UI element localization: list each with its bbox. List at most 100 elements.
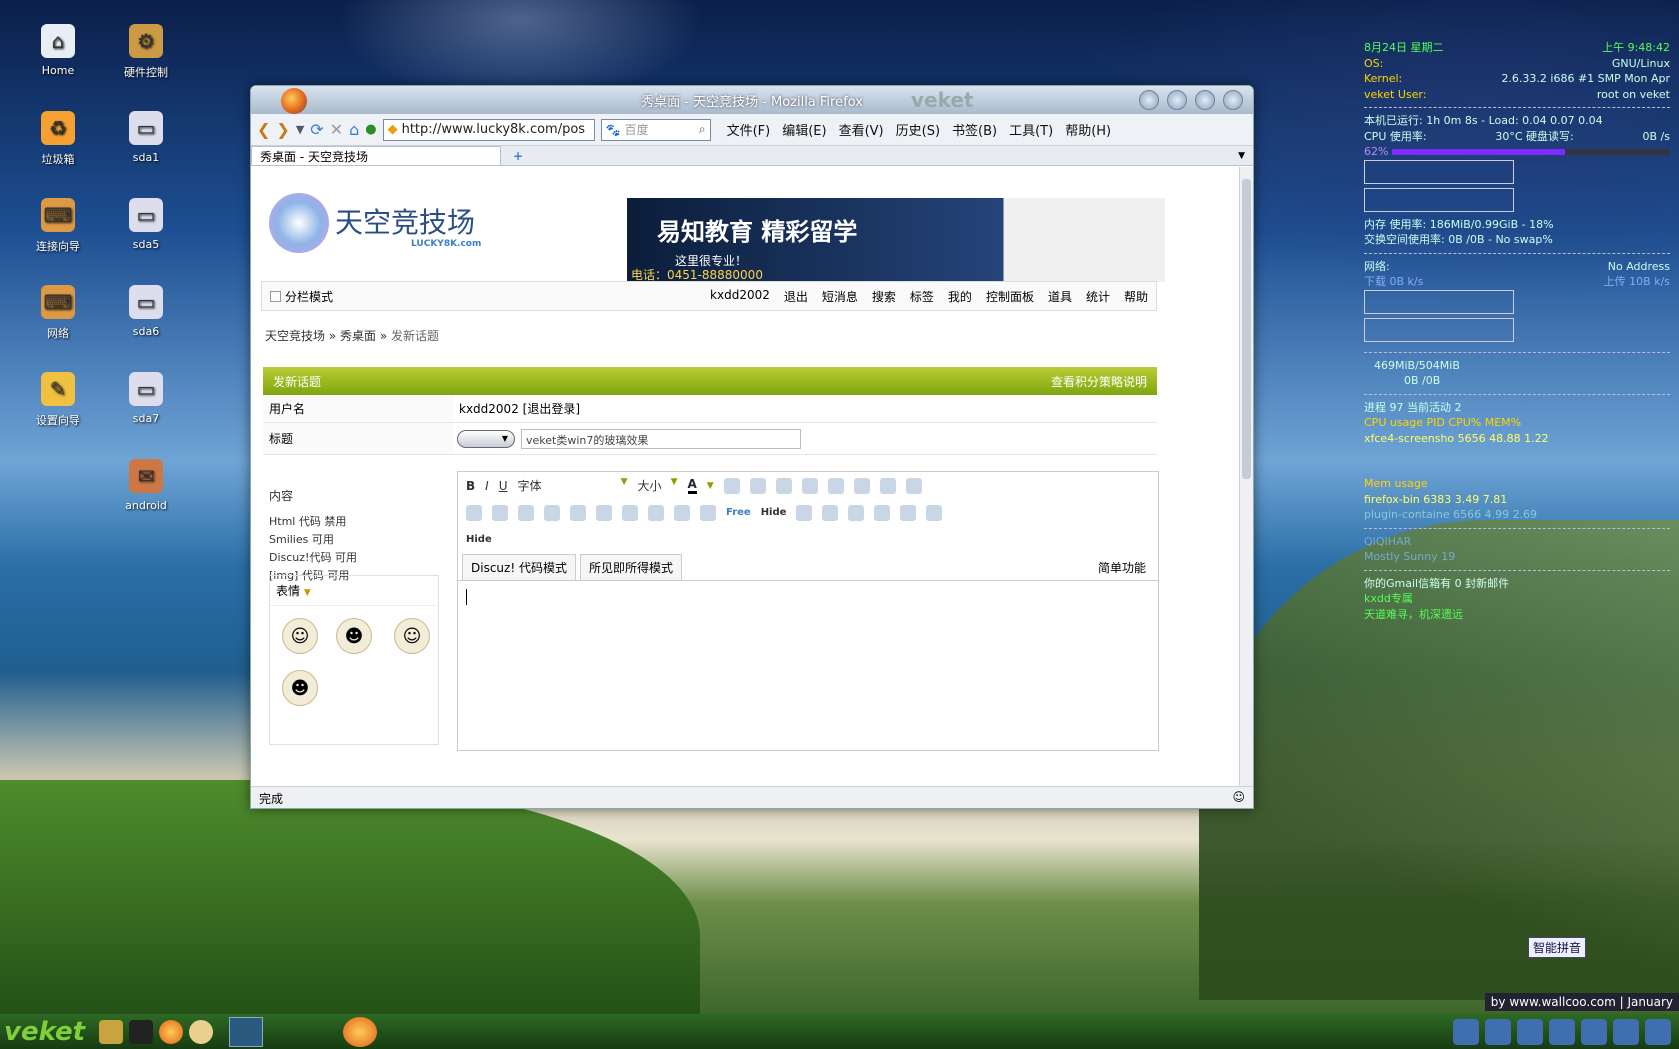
user-link-5[interactable]: 我的 (948, 288, 972, 305)
align-left-icon[interactable] (723, 477, 740, 494)
menu-item-2[interactable]: 查看(V) (839, 120, 884, 139)
volume-icon[interactable] (1581, 1018, 1607, 1045)
user-link-4[interactable]: 标签 (910, 288, 934, 305)
forward-icon[interactable]: ❯ (276, 120, 289, 139)
window-menu-button[interactable] (1139, 90, 1159, 110)
audio-icon[interactable] (874, 504, 891, 521)
media-icon[interactable] (848, 504, 865, 521)
crumb-forum[interactable]: 秀桌面 (340, 329, 376, 343)
menu-item-4[interactable]: 书签(B) (952, 120, 997, 139)
font-color-button[interactable]: A (687, 477, 697, 494)
tools-icon[interactable] (926, 504, 943, 521)
start-menu-button[interactable]: veket (4, 1017, 85, 1047)
quote-icon[interactable] (879, 477, 896, 494)
addon-smiley-icon[interactable]: ☺ (1232, 790, 1245, 804)
desktop-icon-10[interactable]: ✉ android (106, 459, 186, 512)
mode-wysiwyg-tab[interactable]: 所见即所得模式 (579, 554, 682, 580)
smiley-icon[interactable]: ☺ (282, 618, 318, 654)
url-bar[interactable]: ◆ http://www.lucky8k.com/pos (382, 118, 595, 141)
user-link-0[interactable]: kxdd2002 (710, 288, 770, 305)
user-link-9[interactable]: 帮助 (1124, 288, 1148, 305)
taskbar-firefox-window[interactable] (229, 1016, 264, 1047)
battery-icon[interactable] (1645, 1018, 1671, 1045)
desktop-icon-7[interactable]: ▭ sda6 (106, 285, 186, 338)
unordered-list-icon[interactable] (596, 504, 612, 521)
window-titlebar[interactable]: 秀桌面 - 天空竞技场 - Mozilla Firefox veket (251, 86, 1253, 114)
desktop-icon-8[interactable]: ✎ 设置向导 (18, 372, 98, 428)
user-link-8[interactable]: 统计 (1086, 288, 1110, 305)
search-icon[interactable]: ⌕ (699, 122, 706, 137)
search-box[interactable]: 🐾 百度 ⌕ (600, 118, 711, 141)
float-left-icon[interactable] (674, 504, 690, 521)
qq-icon[interactable] (822, 504, 839, 521)
tray-app-icon[interactable] (1453, 1018, 1479, 1045)
font-color-dropdown-icon[interactable]: ▼ (707, 481, 714, 491)
thermometer-icon[interactable] (1549, 1018, 1575, 1045)
desktop-icon-2[interactable]: ♻ 垃圾箱 (18, 111, 98, 167)
code-icon[interactable] (905, 477, 922, 494)
close-button[interactable] (1223, 90, 1243, 110)
tray-app-icon[interactable] (1517, 1018, 1543, 1045)
stop-icon[interactable]: ✕ (330, 120, 343, 139)
site-logo[interactable]: 天空竞技场 LUCKY8K.com (269, 189, 499, 259)
desktop-icon-0[interactable]: ⌂ Home (18, 24, 98, 77)
ime-indicator[interactable]: 智能拼音 (1528, 937, 1587, 958)
tray-app-icon[interactable] (1485, 1018, 1511, 1045)
align-right-icon[interactable] (775, 477, 792, 494)
attachment-icon[interactable] (853, 477, 870, 494)
free-button[interactable]: Free (726, 507, 751, 518)
launcher-settings-icon[interactable] (189, 1019, 214, 1044)
home-icon[interactable]: ⌂ (349, 120, 359, 139)
underline-button[interactable]: U (499, 479, 508, 493)
crumb-home[interactable]: 天空竞技场 (265, 329, 325, 343)
maximize-button[interactable] (1195, 90, 1215, 110)
vertical-scrollbar[interactable] (1239, 167, 1253, 786)
desktop-icon-3[interactable]: ▭ sda1 (106, 111, 186, 164)
desktop-icon-9[interactable]: ▭ sda7 (106, 372, 186, 425)
bold-button[interactable]: B (466, 479, 475, 493)
subject-input[interactable]: veket类win7的玻璃效果 (521, 428, 801, 449)
launcher-firefox-icon[interactable] (159, 1019, 184, 1044)
launcher-tools-icon[interactable] (99, 1019, 124, 1044)
back-icon[interactable]: ❮ (257, 120, 270, 139)
outdent-icon[interactable] (622, 504, 638, 521)
mode-discuz-tab[interactable]: Discuz! 代码模式 (462, 554, 576, 580)
image-icon[interactable] (827, 477, 844, 494)
reload-icon[interactable]: ⟳ (310, 120, 323, 139)
desktop-icon-5[interactable]: ▭ sda5 (106, 198, 186, 251)
scrollbar-thumb[interactable] (1242, 179, 1251, 479)
user-link-3[interactable]: 搜索 (872, 288, 896, 305)
rules-link[interactable]: 查看积分策略说明 (1051, 373, 1147, 390)
editor-textarea[interactable] (458, 581, 1158, 741)
hide-button[interactable]: Hide (761, 507, 787, 518)
tab-active[interactable]: 秀桌面 - 天空竞技场 (251, 146, 501, 165)
desktop-icon-6[interactable]: ⌨ 网络 (18, 285, 98, 341)
user-link-1[interactable]: 退出 (784, 288, 808, 305)
minimize-button[interactable] (1167, 90, 1187, 110)
redo-icon[interactable] (544, 504, 560, 521)
smilies-dropdown-icon[interactable]: ▼ (304, 588, 311, 598)
desktop-icon-1[interactable]: ⚙ 硬件控制 (106, 24, 186, 80)
user-link-7[interactable]: 道具 (1048, 288, 1072, 305)
video-icon[interactable] (900, 504, 917, 521)
launcher-terminal-icon[interactable] (129, 1019, 154, 1044)
smiley-icon[interactable]: ☻ (282, 670, 318, 706)
network-icon[interactable] (1613, 1018, 1639, 1045)
smiley-icon[interactable]: ☻ (336, 618, 372, 654)
simple-mode-link[interactable]: 简单功能 (1090, 555, 1154, 580)
font-select[interactable]: 字体 ▼ (518, 477, 628, 494)
ordered-list-icon[interactable] (570, 504, 586, 521)
clear-format-icon[interactable] (466, 504, 482, 521)
adblock-icon[interactable]: ● (365, 122, 376, 137)
smiley-icon[interactable]: ☺ (394, 618, 430, 654)
desktop-icon-4[interactable]: ⌨ 连接向导 (18, 198, 98, 254)
username-value[interactable]: kxdd2002 [退出登录] (453, 400, 580, 417)
menu-item-6[interactable]: 帮助(H) (1065, 120, 1111, 139)
align-center-icon[interactable] (749, 477, 766, 494)
new-tab-icon[interactable]: + (513, 149, 523, 163)
menu-item-0[interactable]: 文件(F) (727, 120, 771, 139)
subject-type-select[interactable]: ▼ (457, 429, 515, 448)
menu-item-5[interactable]: 工具(T) (1009, 120, 1053, 139)
search-engine-icon[interactable]: 🐾 (606, 123, 621, 137)
menu-item-3[interactable]: 历史(S) (896, 120, 940, 139)
